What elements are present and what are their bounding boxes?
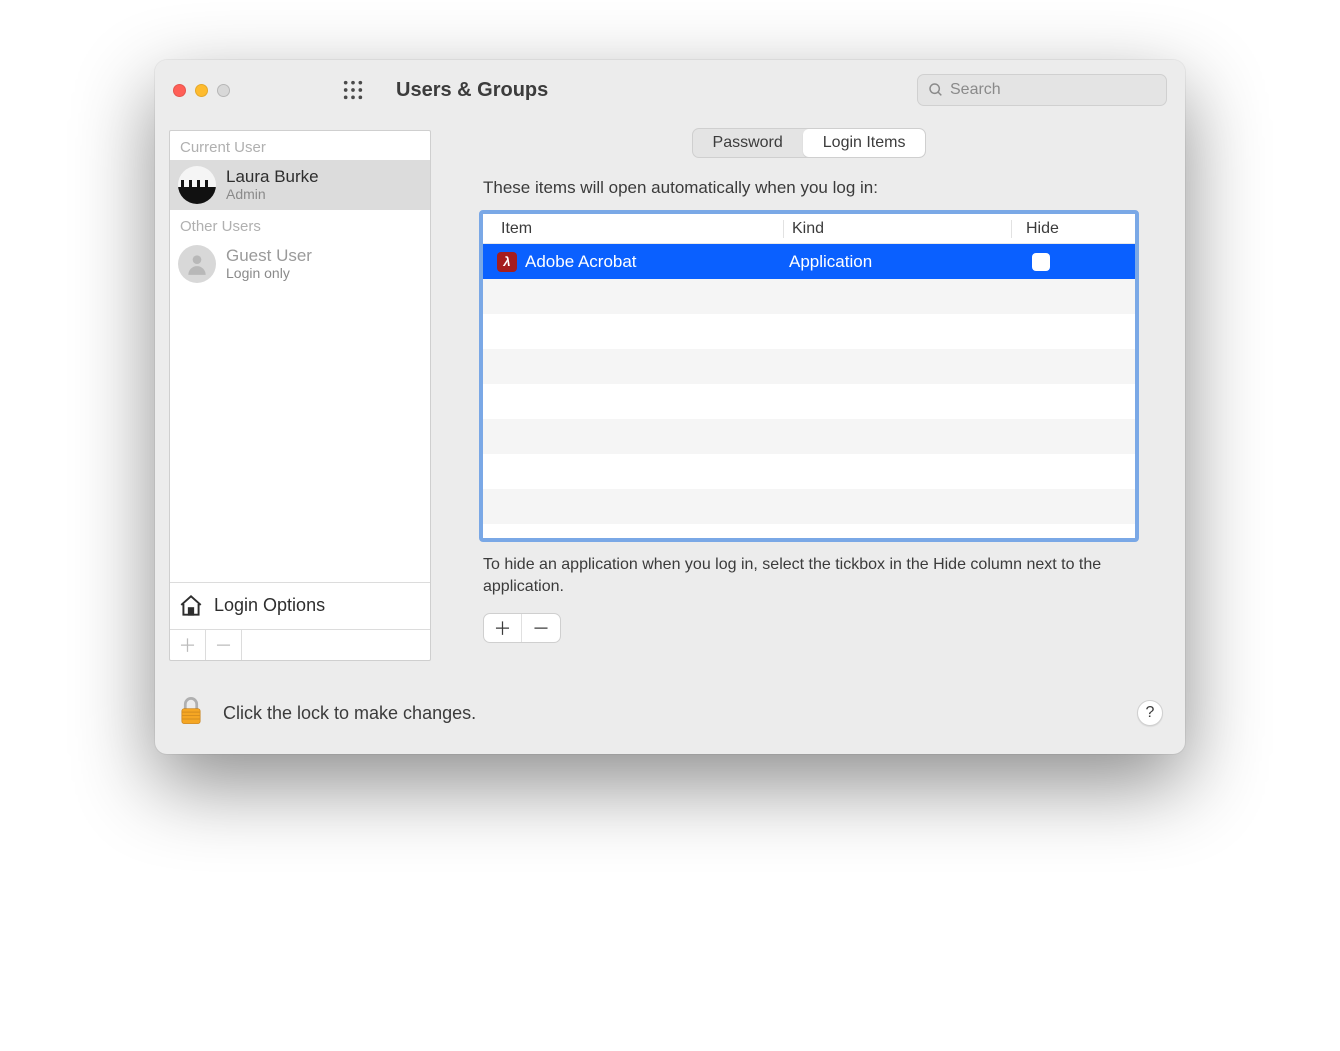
table-row[interactable] — [483, 489, 1135, 524]
tab-login-items[interactable]: Login Items — [803, 129, 926, 157]
column-item[interactable]: Item — [483, 220, 783, 238]
home-icon — [178, 593, 204, 619]
table-row[interactable]: λ Adobe Acrobat Application — [483, 244, 1135, 279]
table-row[interactable] — [483, 279, 1135, 314]
table-row[interactable] — [483, 454, 1135, 489]
avatar-icon — [178, 245, 216, 283]
table-header: Item Kind Hide — [483, 214, 1135, 244]
hide-checkbox[interactable] — [1032, 253, 1050, 271]
lock-icon — [177, 695, 205, 727]
lock-text: Click the lock to make changes. — [223, 703, 476, 724]
main-panel: Password Login Items These items will op… — [447, 130, 1171, 661]
toolbar: Users & Groups — [155, 60, 1185, 120]
footer: Click the lock to make changes. ? — [155, 679, 1185, 754]
item-name: Adobe Acrobat — [525, 252, 637, 272]
tab-bar: Password Login Items — [692, 128, 927, 158]
table-row[interactable] — [483, 419, 1135, 454]
other-users-header: Other Users — [170, 210, 430, 239]
column-hide[interactable]: Hide — [1011, 220, 1071, 238]
search-input[interactable] — [950, 81, 1156, 99]
table-body: λ Adobe Acrobat Application — [483, 244, 1135, 538]
search-field[interactable] — [917, 74, 1167, 106]
show-all-button[interactable] — [342, 79, 364, 101]
search-icon — [928, 82, 944, 98]
nav-arrows — [280, 81, 302, 99]
item-add-remove: ＋ － — [483, 613, 561, 643]
tab-password[interactable]: Password — [693, 129, 803, 157]
hide-help-text: To hide an application when you log in, … — [483, 554, 1139, 599]
help-button[interactable]: ? — [1137, 700, 1163, 726]
acrobat-icon: λ — [497, 252, 517, 272]
table-row[interactable] — [483, 349, 1135, 384]
login-items-table[interactable]: Item Kind Hide λ Adobe Acrobat Applicati… — [479, 210, 1139, 542]
table-row[interactable] — [483, 384, 1135, 419]
window-controls — [173, 84, 230, 97]
guest-user-role: Login only — [226, 266, 312, 281]
minimize-window-button[interactable] — [195, 84, 208, 97]
login-items-description: These items will open automatically when… — [483, 178, 1171, 198]
add-user-button[interactable]: ＋ — [170, 630, 206, 660]
login-options-label: Login Options — [214, 595, 325, 616]
remove-user-button[interactable]: － — [206, 630, 242, 660]
preferences-window: Users & Groups Current User Laura Burke … — [155, 60, 1185, 754]
item-kind: Application — [783, 252, 1011, 272]
avatar-icon — [178, 166, 216, 204]
users-sidebar: Current User Laura Burke Admin Other Use… — [169, 130, 431, 661]
current-user-header: Current User — [170, 131, 430, 160]
window-title: Users & Groups — [396, 79, 548, 102]
add-item-button[interactable]: ＋ — [484, 614, 522, 642]
guest-user-name: Guest User — [226, 247, 312, 266]
column-kind[interactable]: Kind — [783, 220, 1011, 238]
current-user-row[interactable]: Laura Burke Admin — [170, 160, 430, 210]
guest-user-row[interactable]: Guest User Login only — [170, 239, 430, 289]
current-user-name: Laura Burke — [226, 168, 319, 187]
remove-item-button[interactable]: － — [522, 614, 560, 642]
table-row[interactable] — [483, 314, 1135, 349]
login-options-row[interactable]: Login Options — [170, 582, 430, 629]
close-window-button[interactable] — [173, 84, 186, 97]
sidebar-add-remove: ＋ － — [170, 629, 430, 660]
zoom-window-button[interactable] — [217, 84, 230, 97]
current-user-role: Admin — [226, 187, 319, 202]
lock-button[interactable] — [177, 695, 205, 732]
